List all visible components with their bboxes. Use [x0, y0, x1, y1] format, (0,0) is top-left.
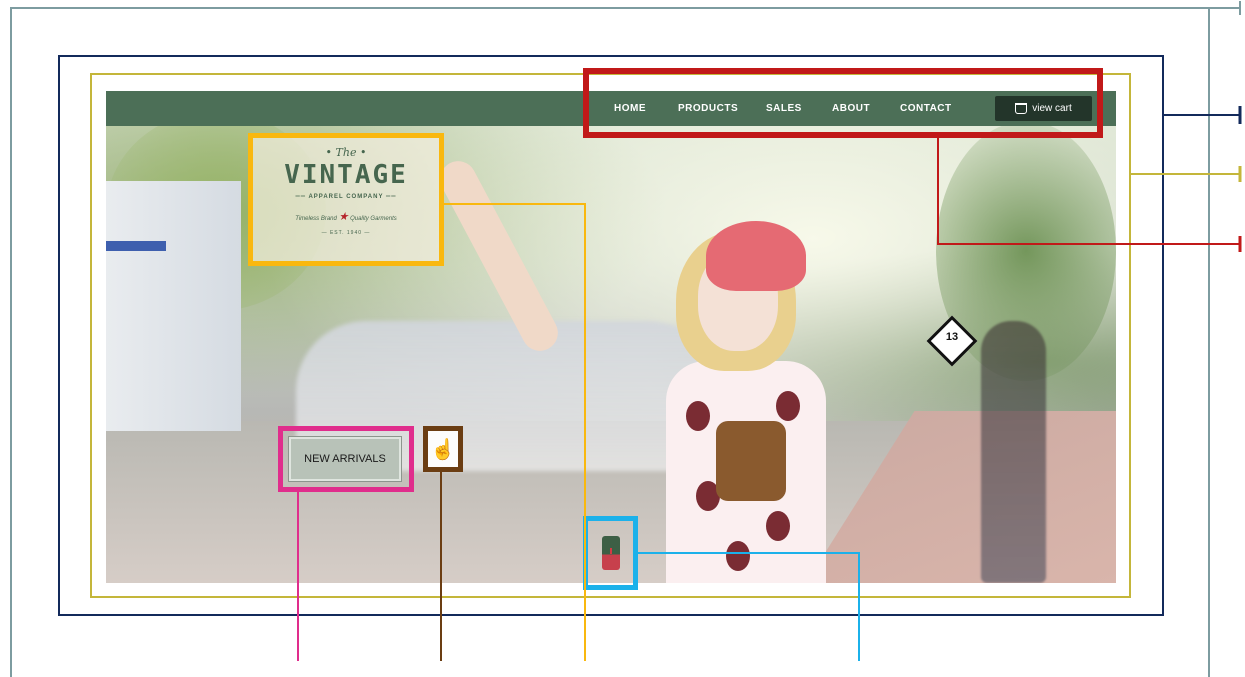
brand-logo[interactable]: • The • VINTAGE ══ APPAREL COMPANY ══ Ti… — [248, 133, 444, 266]
dress-dot — [776, 391, 800, 421]
logo-the: • The • — [325, 146, 367, 159]
star-icon: ★ — [338, 211, 349, 223]
logo-tagline-left: Timeless Brand — [295, 216, 337, 222]
logo-title: VINTAGE — [284, 160, 408, 190]
road-sign-number: 13 — [945, 331, 959, 343]
truck-stripe — [106, 241, 166, 251]
nav-annotation-frame — [583, 68, 1103, 138]
logo-tagline-right: Quality Garments — [350, 216, 397, 222]
handbag — [716, 421, 786, 501]
new-arrivals-button[interactable]: NEW ARRIVALS — [288, 436, 402, 482]
truck — [106, 181, 241, 431]
hand-pointer-icon[interactable]: ☝ — [423, 426, 463, 472]
flag-annotation-frame — [583, 516, 638, 590]
dress-dot — [726, 541, 750, 571]
logo-established: — EST. 1940 — — [321, 230, 371, 236]
flag-icon[interactable] — [601, 536, 620, 570]
logo-tagline: Timeless Brand ★ Quality Garments — [253, 210, 439, 223]
dress-dot — [766, 511, 790, 541]
blurred-pedestrian — [981, 321, 1046, 583]
logo-subtitle-text: APPAREL COMPANY — [308, 194, 384, 200]
logo-subtitle: ══ APPAREL COMPANY ══ — [295, 194, 397, 200]
dress-dot — [686, 401, 710, 431]
pink-hat — [706, 221, 806, 291]
